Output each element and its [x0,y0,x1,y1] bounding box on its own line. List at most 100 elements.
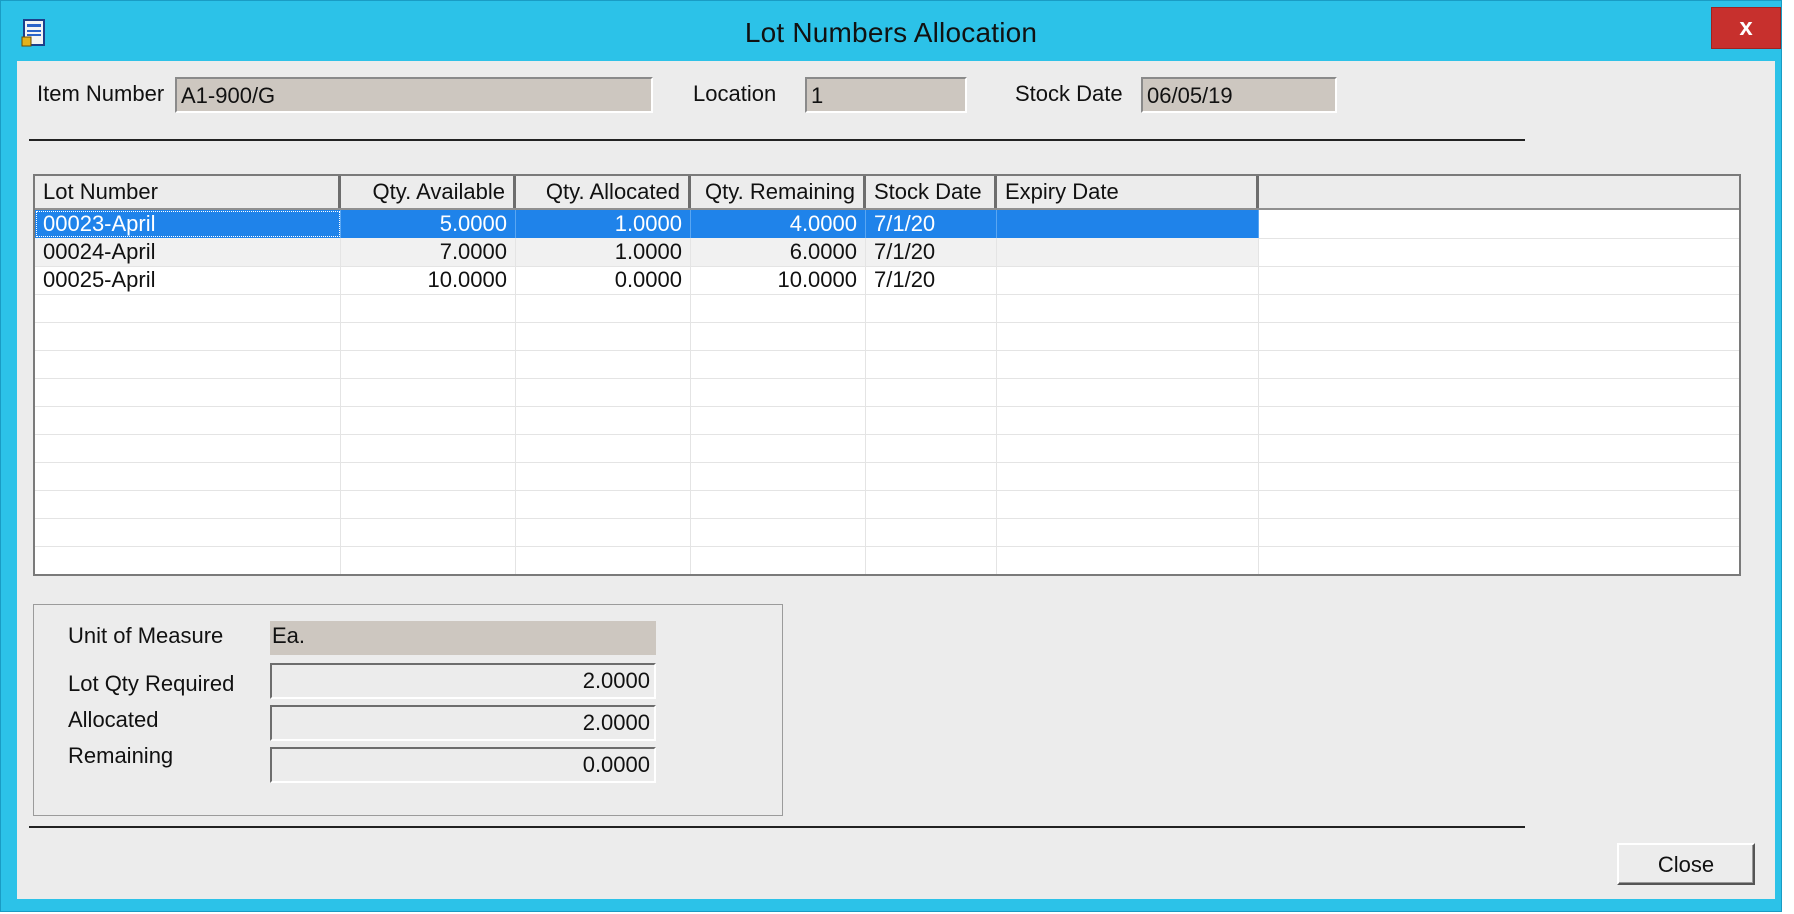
cell-lot-number[interactable]: 00025-April [35,266,341,294]
cell-expiry-date[interactable] [997,210,1259,238]
empty-row [35,406,1739,435]
window-title: Lot Numbers Allocation [744,17,1038,48]
column-header-stock-date[interactable]: Stock Date [866,176,997,208]
close-window-icon[interactable]: x [1711,7,1781,49]
dialog-client-area: Item Number A1-900/G Location 1 Stock Da… [17,61,1775,899]
empty-cell [516,294,691,322]
empty-cell [341,406,516,434]
empty-cell [341,518,516,546]
empty-cell [341,378,516,406]
empty-cell [866,350,997,378]
cell-qty-remaining[interactable]: 10.0000 [691,266,866,294]
empty-row [35,462,1739,491]
empty-cell [691,378,866,406]
empty-row [35,546,1739,574]
column-header-qty-available[interactable]: Qty. Available [341,176,516,208]
cell-qty-allocated[interactable]: 1.0000 [516,210,691,238]
stock-date-field: 06/05/19 [1141,77,1337,113]
empty-cell [997,378,1259,406]
cell-expiry-date[interactable] [997,266,1259,294]
cell-lot-number[interactable]: 00024-April [35,238,341,266]
empty-cell [516,490,691,518]
grid-header: Lot Number Qty. Available Qty. Allocated… [35,176,1739,210]
cell-stock-date[interactable]: 7/1/20 [866,238,997,266]
empty-cell [516,518,691,546]
empty-cell [691,322,866,350]
column-header-qty-remaining[interactable]: Qty. Remaining [691,176,866,208]
lot-qty-required-label: Lot Qty Required [68,671,235,696]
table-row[interactable]: 00025-April 10.0000 0.0000 10.0000 7/1/2… [35,266,1739,295]
lot-numbers-grid[interactable]: Lot Number Qty. Available Qty. Allocated… [33,174,1741,576]
cell-qty-remaining[interactable]: 4.0000 [691,210,866,238]
cell-qty-allocated[interactable]: 1.0000 [516,238,691,266]
allocated-field: 2.0000 [270,705,656,741]
cell-expiry-date[interactable] [997,238,1259,266]
empty-cell [35,294,341,322]
empty-cell [35,434,341,462]
empty-cell [516,322,691,350]
empty-cell [691,434,866,462]
empty-row [35,294,1739,323]
empty-cell [341,294,516,322]
location-label: Location [693,81,777,106]
column-header-expiry-date[interactable]: Expiry Date [997,176,1259,208]
empty-cell [866,434,997,462]
empty-cell [341,462,516,490]
empty-cell [516,434,691,462]
empty-cell [866,322,997,350]
empty-cell [35,546,341,574]
empty-cell [341,350,516,378]
empty-cell [866,490,997,518]
lot-qty-required-field: 2.0000 [270,663,656,699]
empty-cell [866,546,997,574]
location-field: 1 [805,77,967,113]
item-number-label: Item Number [37,81,165,106]
table-row[interactable]: 00023-April 5.0000 1.0000 4.0000 7/1/20 [35,210,1739,239]
empty-cell [341,546,516,574]
empty-cell [691,350,866,378]
empty-row [35,350,1739,379]
cell-lot-number[interactable]: 00023-April [35,210,341,238]
empty-cell [516,350,691,378]
empty-cell [997,350,1259,378]
item-number-field: A1-900/G [175,77,653,113]
empty-cell [341,490,516,518]
empty-cell [691,294,866,322]
allocated-label: Allocated [68,707,159,732]
cell-qty-allocated[interactable]: 0.0000 [516,266,691,294]
table-row[interactable]: 00024-April 7.0000 1.0000 6.0000 7/1/20 [35,238,1739,267]
empty-cell [516,462,691,490]
cell-qty-available[interactable]: 10.0000 [341,266,516,294]
empty-cell [997,434,1259,462]
empty-row [35,490,1739,519]
empty-cell [997,294,1259,322]
remaining-field: 0.0000 [270,747,656,783]
cell-stock-date[interactable]: 7/1/20 [866,210,997,238]
empty-row [35,378,1739,407]
title-bar[interactable]: Lot Numbers Allocation x [1,1,1781,61]
empty-cell [866,518,997,546]
empty-cell [691,546,866,574]
empty-cell [341,434,516,462]
column-header-lot-number[interactable]: Lot Number [35,176,341,208]
empty-cell [866,462,997,490]
close-button[interactable]: Close [1617,843,1755,885]
unit-of-measure-field: Ea. [270,621,656,655]
empty-cell [516,406,691,434]
cell-stock-date[interactable]: 7/1/20 [866,266,997,294]
cell-qty-remaining[interactable]: 6.0000 [691,238,866,266]
empty-cell [516,546,691,574]
empty-row [35,434,1739,463]
empty-cell [35,350,341,378]
cell-qty-available[interactable]: 7.0000 [341,238,516,266]
empty-cell [997,518,1259,546]
column-header-qty-allocated[interactable]: Qty. Allocated [516,176,691,208]
allocation-summary-group: Unit of Measure Ea. Lot Qty Required 2.0… [33,604,783,816]
header-divider [29,139,1525,141]
empty-cell [691,462,866,490]
empty-row [35,518,1739,547]
cell-qty-available[interactable]: 5.0000 [341,210,516,238]
empty-cell [35,406,341,434]
empty-row [35,322,1739,351]
empty-cell [997,490,1259,518]
